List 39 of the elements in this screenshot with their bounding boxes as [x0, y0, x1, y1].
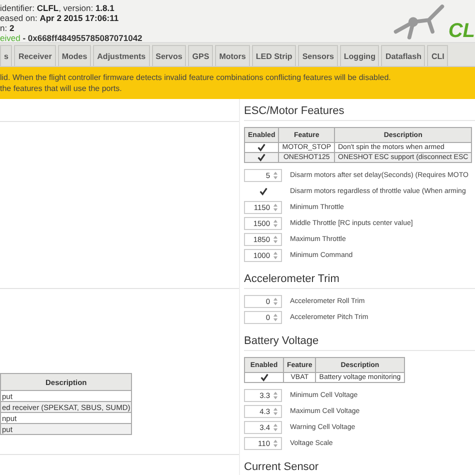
tab[interactable]: Receiver	[14, 45, 56, 66]
warning-text: the features that will use the ports.	[0, 83, 123, 94]
tab[interactable]: Dataflash	[381, 45, 426, 66]
checkbox[interactable]	[258, 187, 268, 196]
tab[interactable]: CLI	[427, 45, 448, 66]
spinner-icon[interactable]	[273, 171, 278, 180]
section-title: Current Sensor	[244, 460, 320, 475]
checkbox[interactable]	[260, 373, 268, 382]
tab[interactable]: GPS	[188, 45, 214, 66]
firmware-info: n: 2	[0, 23, 16, 33]
status-text: eived	[0, 33, 20, 43]
spinner-icon[interactable]	[273, 297, 278, 306]
spinner-icon[interactable]	[273, 219, 278, 228]
checkbox[interactable]	[257, 143, 266, 152]
tab[interactable]: Sensors	[298, 45, 338, 66]
spinner-icon[interactable]	[273, 423, 278, 432]
section-title: Accelerometer Trim	[244, 268, 475, 289]
uid-text: - 0x668ff484955785087071042	[22, 33, 142, 43]
tab[interactable]: LED Strip	[252, 45, 296, 66]
tab[interactable]: Servos	[152, 45, 186, 66]
spinner-icon[interactable]	[273, 313, 278, 322]
warning-text: lid. When the flight controller firmware detects invalid feature combinations conflicting features will be disabled.	[0, 72, 392, 83]
section-title: ESC/Motor Features	[244, 99, 475, 121]
spinner-icon[interactable]	[273, 407, 278, 416]
checkbox[interactable]	[257, 153, 266, 162]
tab[interactable]: Logging	[340, 45, 380, 66]
tab[interactable]: Adjustments	[93, 45, 150, 66]
spinner-icon[interactable]	[273, 251, 278, 260]
firmware-info: identifier: CLFL, version: 1.8.1	[0, 3, 116, 13]
tab[interactable]: Modes	[58, 45, 92, 66]
section-title: Battery Voltage	[244, 330, 475, 351]
tab[interactable]: s	[0, 45, 12, 66]
spinner-icon[interactable]	[273, 391, 278, 400]
spinner-icon[interactable]	[273, 235, 278, 244]
firmware-info: eased on: Apr 2 2015 17:06:11	[0, 13, 120, 23]
logo-text: CL	[448, 20, 475, 42]
spinner-icon[interactable]	[273, 439, 278, 448]
spinner-icon[interactable]	[273, 203, 278, 212]
tab[interactable]: Motors	[215, 45, 250, 66]
